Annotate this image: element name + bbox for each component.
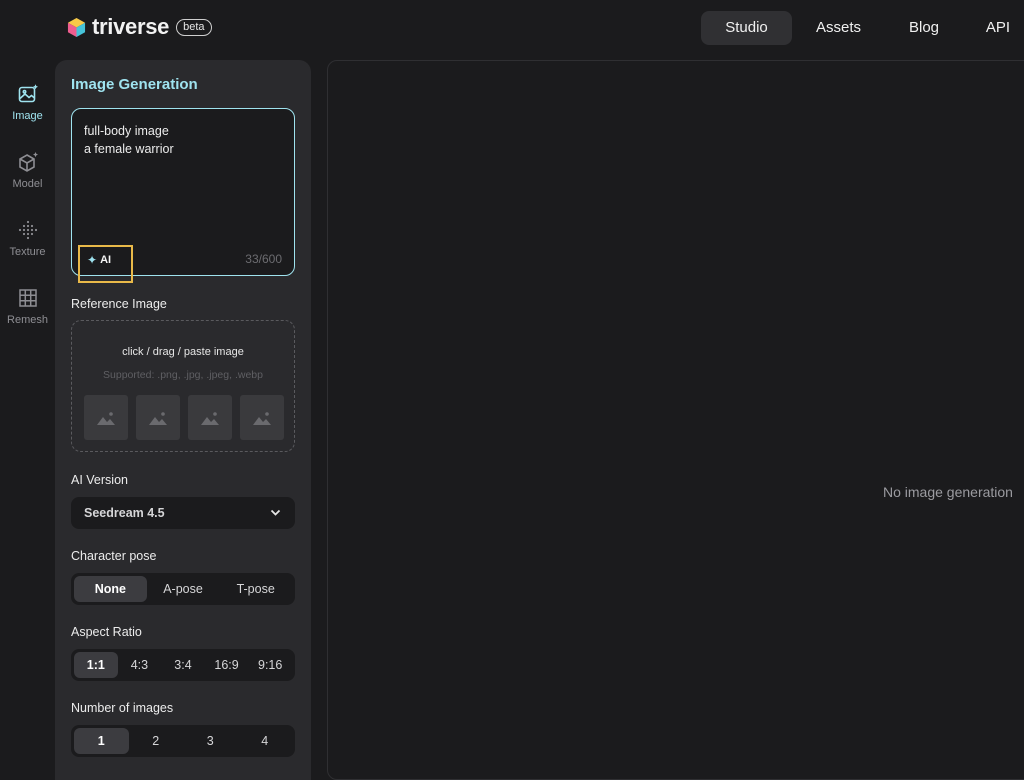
reference-slot[interactable] xyxy=(136,395,180,440)
brand-name: triverse xyxy=(92,14,170,39)
top-navigation: Studio Assets Blog API xyxy=(701,11,1024,45)
empty-state-text: No image generation xyxy=(883,484,1013,500)
character-pose-label: Character pose xyxy=(71,549,157,563)
aspect-ratio-label: Aspect Ratio xyxy=(71,625,142,639)
upload-hint: click / drag / paste image xyxy=(122,346,244,358)
ai-version-label: AI Version xyxy=(71,473,128,487)
aspect-option-1-1[interactable]: 1:1 xyxy=(74,652,118,678)
image-count-label: Number of images xyxy=(71,701,174,715)
count-option-4[interactable]: 4 xyxy=(238,728,293,754)
grid-icon xyxy=(18,289,37,307)
tool-rail: Image Model Texture Remesh xyxy=(0,80,55,352)
brand-logo[interactable]: triverse beta xyxy=(67,14,212,39)
character-pose-toggle: None A-pose T-pose xyxy=(71,573,295,605)
aspect-option-4-3[interactable]: 4:3 xyxy=(118,652,162,678)
image-placeholder-icon xyxy=(201,411,219,425)
nav-studio[interactable]: Studio xyxy=(701,11,792,45)
rail-item-texture[interactable]: Texture xyxy=(0,216,55,284)
pose-option-none[interactable]: None xyxy=(74,576,147,602)
rail-label-texture: Texture xyxy=(9,246,46,258)
rail-label-model: Model xyxy=(12,178,43,190)
count-option-1[interactable]: 1 xyxy=(74,728,129,754)
rail-item-remesh[interactable]: Remesh xyxy=(0,284,55,352)
image-sparkle-icon xyxy=(18,84,38,103)
ai-enhance-label: AI xyxy=(100,254,112,266)
texture-dots-icon xyxy=(18,220,37,240)
ai-version-select[interactable]: Seedream 4.5 xyxy=(71,497,295,529)
aspect-option-3-4[interactable]: 3:4 xyxy=(161,652,205,678)
count-option-2[interactable]: 2 xyxy=(129,728,184,754)
rail-item-image[interactable]: Image xyxy=(0,80,55,148)
reference-image-dropzone[interactable]: click / drag / paste image Supported: .p… xyxy=(71,320,295,452)
prompt-text[interactable]: full-body image a female warrior xyxy=(84,122,174,158)
chevron-down-icon xyxy=(270,509,281,516)
nav-api[interactable]: API xyxy=(963,11,1024,45)
image-placeholder-icon xyxy=(149,411,167,425)
rail-item-model[interactable]: Model xyxy=(0,148,55,216)
pose-option-a-pose[interactable]: A-pose xyxy=(147,576,220,602)
reference-slot[interactable] xyxy=(188,395,232,440)
nav-blog[interactable]: Blog xyxy=(885,11,963,45)
aspect-option-9-16[interactable]: 9:16 xyxy=(248,652,292,678)
triverse-logo-icon xyxy=(67,17,86,37)
pose-option-t-pose[interactable]: T-pose xyxy=(219,576,292,602)
aspect-ratio-toggle: 1:1 4:3 3:4 16:9 9:16 xyxy=(71,649,295,681)
reference-image-label: Reference Image xyxy=(71,297,167,311)
reference-slot[interactable] xyxy=(240,395,284,440)
cube-sparkle-icon xyxy=(18,152,38,172)
image-placeholder-icon xyxy=(253,411,271,425)
nav-assets[interactable]: Assets xyxy=(792,11,885,45)
image-count-toggle: 1 2 3 4 xyxy=(71,725,295,757)
supported-formats: Supported: .png, .jpg, .jpeg, .webp xyxy=(103,369,263,381)
generation-canvas: No image generation xyxy=(327,60,1024,780)
rail-label-remesh: Remesh xyxy=(7,314,48,326)
rail-label-image: Image xyxy=(12,110,43,122)
ai-version-value: Seedream 4.5 xyxy=(84,506,165,520)
reference-slots xyxy=(84,395,284,440)
character-counter: 33/600 xyxy=(245,252,282,266)
count-option-3[interactable]: 3 xyxy=(183,728,238,754)
aspect-option-16-9[interactable]: 16:9 xyxy=(205,652,249,678)
beta-badge: beta xyxy=(176,18,212,36)
ai-enhance-button[interactable]: ✦ AI xyxy=(78,245,133,283)
prompt-input[interactable]: full-body image a female warrior ✦ AI 33… xyxy=(71,108,295,283)
reference-slot[interactable] xyxy=(84,395,128,440)
sparkle-icon: ✦ xyxy=(87,253,98,267)
panel-title: Image Generation xyxy=(71,76,198,93)
image-placeholder-icon xyxy=(97,411,115,425)
settings-panel: Image Generation full-body image a femal… xyxy=(55,60,311,780)
